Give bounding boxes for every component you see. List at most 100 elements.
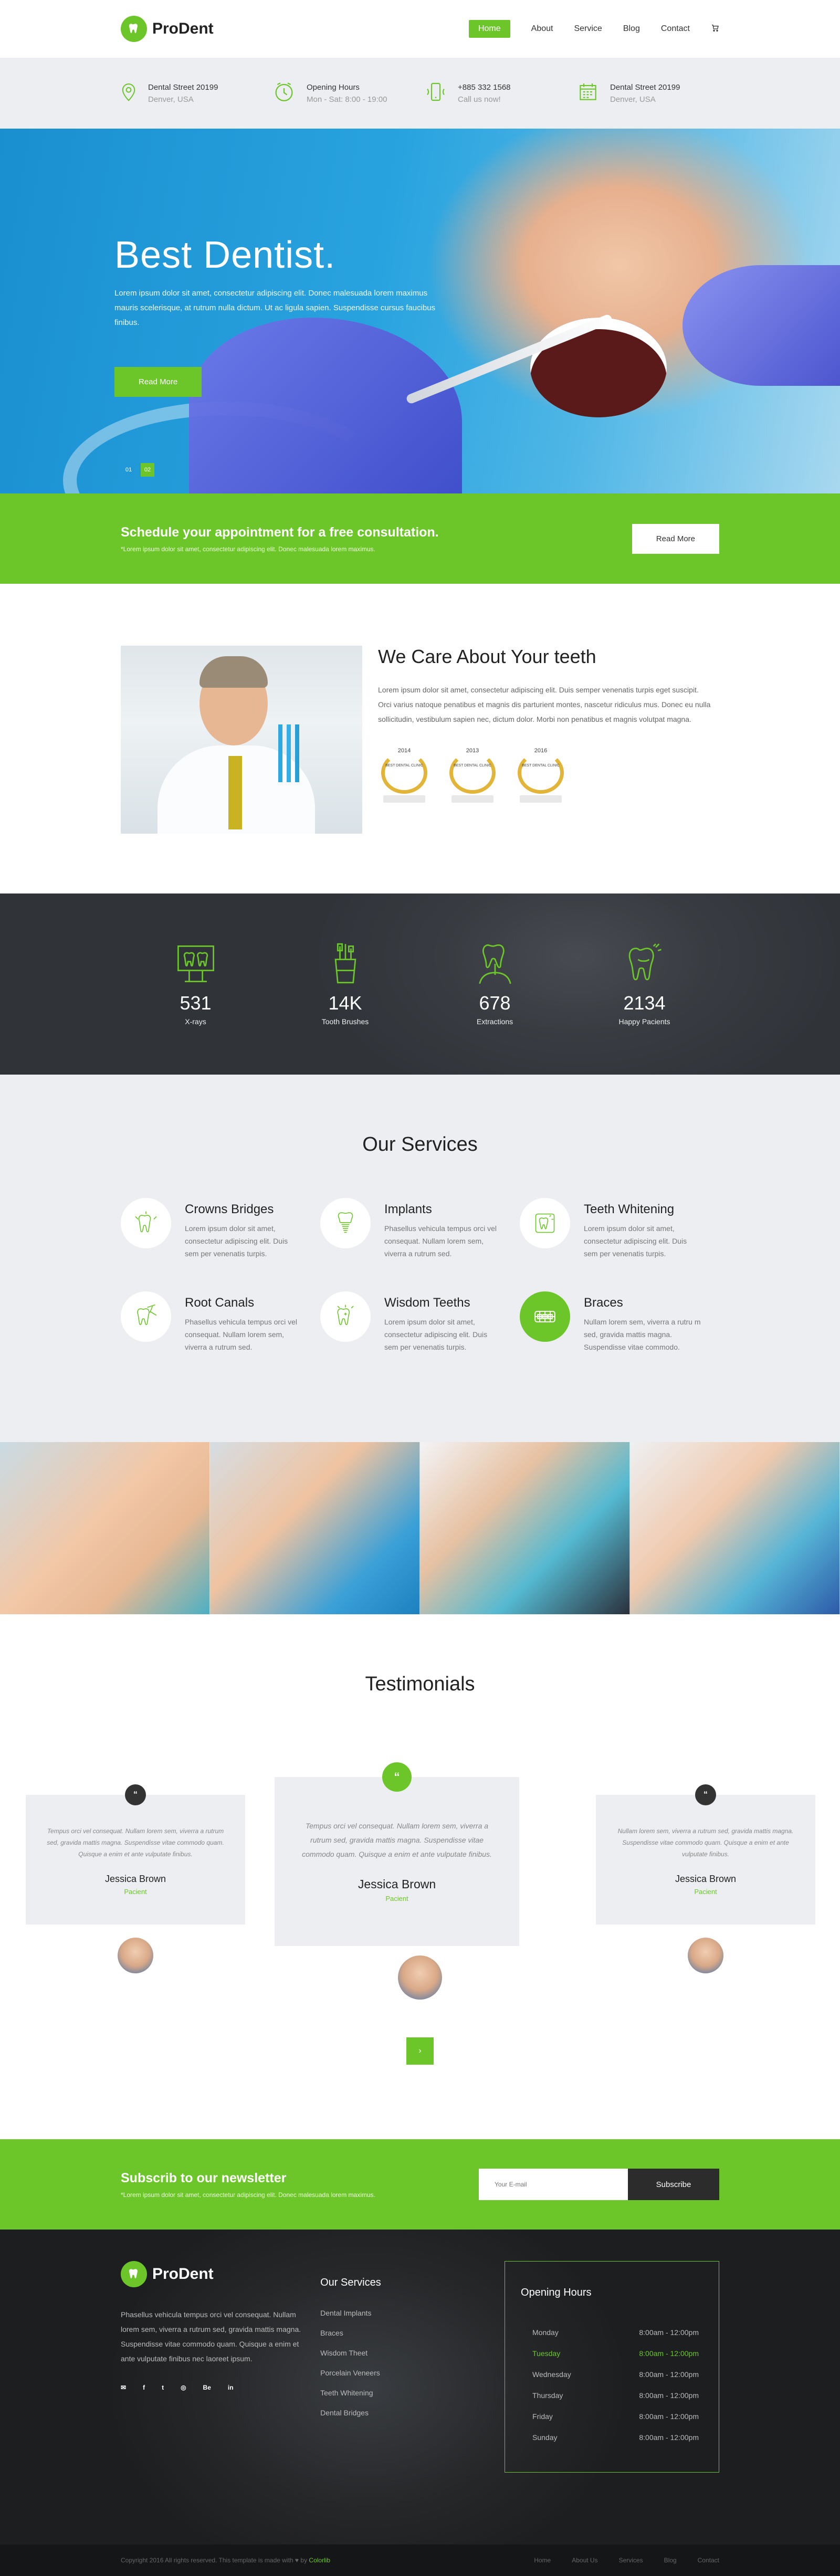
hero-content: Best Dentist. Lorem ipsum dolor sit amet… <box>114 234 461 397</box>
awards: 2014 BEST DENTAL CLINIC 2013 BEST DENTAL C… <box>378 748 719 803</box>
cart-icon[interactable] <box>711 24 719 35</box>
footer-services-list: Dental Implants Braces Wisdom Theet Porc… <box>320 2309 505 2417</box>
gallery-photo-girl-smiling[interactable] <box>0 1442 210 1614</box>
stat-brushes-label: Tooth Brushes <box>321 1017 369 1026</box>
gallery-photo-dentist-working[interactable] <box>210 1442 420 1614</box>
footer-link[interactable]: Dental Implants <box>320 2309 505 2317</box>
nav-service[interactable]: Service <box>574 24 602 34</box>
linkedin-icon[interactable]: in <box>228 2384 234 2391</box>
gallery-photo-xray[interactable] <box>420 1442 630 1614</box>
tooth-icon <box>121 2261 147 2287</box>
testimonial-name: Jessica Brown <box>358 1877 436 1891</box>
stat-extractions: 678 Extractions <box>443 942 548 1026</box>
newsletter-title: Subscrib to our newsletter <box>121 2170 287 2185</box>
footer-nav-services[interactable]: Services <box>619 2557 643 2564</box>
email-icon[interactable]: ✉ <box>121 2384 126 2391</box>
footer-link[interactable]: Porcelain Veneers <box>320 2369 505 2377</box>
service-card[interactable]: Teeth Whitening Lorem ipsum dolor sit ame… <box>520 1198 719 1260</box>
hours-row: Wednesday 8:00am - 12:00pm <box>532 2370 699 2379</box>
service-title: Root Canals <box>185 1296 255 1310</box>
footer-link[interactable]: Wisdom Theet <box>320 2349 505 2357</box>
footer-nav-about[interactable]: About Us <box>572 2557 597 2564</box>
testimonials-title: Testimonials <box>365 1673 475 1695</box>
behance-icon[interactable]: Be <box>203 2384 211 2391</box>
service-text: Phasellus vehicula tempus orci vel conse… <box>384 1224 497 1258</box>
gallery-photo-boy-patient[interactable] <box>630 1442 840 1614</box>
nav-about[interactable]: About <box>531 24 553 34</box>
testimonials-section: Testimonials “ Tempus orci vel consequat… <box>0 1614 840 2139</box>
nav-home[interactable]: Home <box>468 20 510 38</box>
stat-xrays: 531 X-rays <box>143 942 248 1026</box>
logo[interactable]: ProDent <box>121 16 214 42</box>
footer-link[interactable]: Braces <box>320 2329 505 2337</box>
footer-nav-home[interactable]: Home <box>534 2557 551 2564</box>
braces-icon <box>520 1291 570 1342</box>
footer-link[interactable]: Teeth Whitening <box>320 2389 505 2397</box>
stat-xrays-value: 531 <box>180 992 212 1014</box>
award-badge: 2014 BEST DENTAL CLINIC <box>378 748 430 803</box>
service-title: Crowns Bridges <box>185 1202 274 1216</box>
hero-read-more-button[interactable]: Read More <box>114 367 202 397</box>
map-pin-icon <box>121 82 136 104</box>
service-card[interactable]: Wisdom Teeths Lorem ipsum dolor sit amet,… <box>320 1291 520 1353</box>
service-card[interactable]: Crowns Bridges Lorem ipsum dolor sit amet… <box>121 1198 320 1260</box>
twitter-icon[interactable]: t <box>162 2384 164 2391</box>
testimonial-name: Jessica Brown <box>675 1874 737 1884</box>
slider-dots: 01 02 <box>122 463 154 477</box>
service-title: Implants <box>384 1202 432 1216</box>
hours-row: Sunday 8:00am - 12:00pm <box>532 2433 699 2442</box>
appointment-read-more-button[interactable]: Read More <box>632 523 719 554</box>
service-card[interactable]: Implants Phasellus vehicula tempus orci v… <box>320 1198 520 1260</box>
info-location-title: Dental Street 20199 <box>610 82 680 92</box>
award-badge: 2013 BEST DENTAL CLINIC <box>446 748 499 803</box>
footer-link[interactable]: Dental Bridges <box>320 2409 505 2417</box>
crown-icon <box>121 1198 171 1248</box>
info-hours-title: Opening Hours <box>307 82 360 92</box>
toothbrush-icon <box>293 942 398 986</box>
info-phone-sub: Call us now! <box>458 94 501 104</box>
hours-row-today: Tuesday 8:00am - 12:00pm <box>532 2349 699 2358</box>
copyright-bar: Copyright 2016 All rights reserved. This… <box>0 2545 840 2576</box>
slide-dot-2[interactable]: 02 <box>141 463 154 477</box>
subscribe-button[interactable]: Subscribe <box>628 2169 719 2200</box>
service-card[interactable]: Root Canals Phasellus vehicula tempus orc… <box>121 1291 320 1353</box>
copyright-text: Copyright 2016 All rights reserved. This… <box>121 2557 331 2564</box>
info-hours: Opening Hours Mon - Sat: 8:00 - 19:00 <box>273 81 415 106</box>
phone-icon <box>425 81 446 106</box>
newsletter-email-input[interactable] <box>479 2169 628 2200</box>
about-text: Lorem ipsum dolor sit amet, consectetur … <box>378 686 711 723</box>
footer: ProDent Phasellus vehicula tempus orci v… <box>0 2230 840 2545</box>
dribbble-icon[interactable]: ◎ <box>181 2384 186 2391</box>
newsletter-form: Subscribe <box>479 2169 719 2200</box>
facebook-icon[interactable]: f <box>143 2384 145 2391</box>
calendar-icon <box>578 81 598 105</box>
about-title: We Care About Your teeth <box>378 646 596 667</box>
services-section: Our Services Crowns Bridges Lorem ipsum d… <box>0 1075 840 1442</box>
quote-icon: “ <box>125 1784 146 1805</box>
slide-dot-1[interactable]: 01 <box>122 463 135 477</box>
logo-text: ProDent <box>152 20 214 37</box>
testimonials-next-button[interactable]: › <box>406 2037 434 2065</box>
nav-blog[interactable]: Blog <box>623 24 640 34</box>
info-hours-sub: Mon - Sat: 8:00 - 19:00 <box>307 94 387 104</box>
root-canal-icon <box>121 1291 171 1342</box>
hero-text: Lorem ipsum dolor sit amet, consectetur … <box>114 289 436 327</box>
stat-patients: 2134 Happy Pacients <box>592 942 697 1026</box>
footer-nav: Home About Us Services Blog Contact <box>534 2557 719 2564</box>
award-badge: 2016 BEST DENTAL CLINIC <box>514 748 567 803</box>
service-card[interactable]: Braces Nullam lorem sem, viverra a rutru … <box>520 1291 719 1353</box>
footer-nav-blog[interactable]: Blog <box>664 2557 677 2564</box>
xray-icon <box>143 942 248 986</box>
nav-contact[interactable]: Contact <box>661 24 690 34</box>
appointment-banner: Schedule your appointment for a free con… <box>0 493 840 584</box>
wisdom-tooth-icon <box>320 1291 371 1342</box>
hours-row: Friday 8:00am - 12:00pm <box>532 2412 699 2421</box>
stats-counter: 531 X-rays 14K Tooth Brushes 678 Extract… <box>0 893 840 1075</box>
info-phone-title: +885 332 1568 <box>458 82 511 92</box>
footer-nav-contact[interactable]: Contact <box>698 2557 719 2564</box>
services-title: Our Services <box>362 1133 478 1155</box>
colorlib-link[interactable]: Colorlib <box>309 2557 330 2564</box>
appointment-title: Schedule your appointment for a free con… <box>121 524 439 540</box>
footer-logo[interactable]: ProDent <box>121 2261 320 2287</box>
quote-icon: “ <box>695 1784 716 1805</box>
